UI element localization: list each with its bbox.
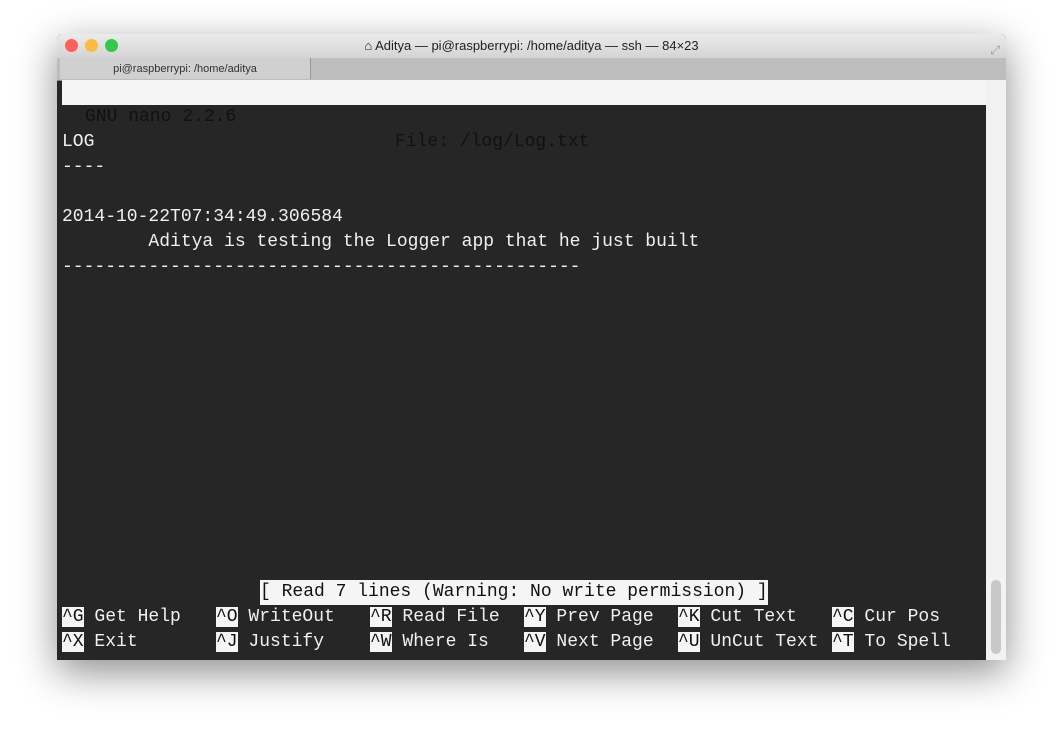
file-name: File: /log/Log.txt	[395, 132, 590, 152]
shortcut-key: ^C	[832, 607, 854, 627]
text-line: Aditya is testing the Logger app that he…	[62, 232, 700, 252]
text-line: ----	[62, 157, 106, 177]
shortcut-cur-pos[interactable]: ^C Cur Pos	[832, 605, 940, 630]
shortcut-label: To Spell	[864, 632, 951, 652]
text-line: LOG	[62, 132, 95, 152]
shortcut-next-page[interactable]: ^V Next Page	[524, 630, 654, 655]
shortcut-label: Get Help	[94, 607, 181, 627]
shortcut-label: Cur Pos	[864, 607, 941, 627]
status-message: [ Read 7 lines (Warning: No write permis…	[260, 580, 768, 605]
shortcut-label: Cut Text	[710, 607, 797, 627]
shortcut-key: ^G	[62, 607, 84, 627]
shortcut-label: UnCut Text	[710, 632, 819, 652]
tab-ssh[interactable]: pi@raspberrypi: /home/aditya	[60, 58, 311, 79]
shortcut-key: ^X	[62, 632, 84, 652]
shortcut-read-file[interactable]: ^R Read File	[370, 605, 500, 630]
shortcut-key: ^Y	[524, 607, 546, 627]
terminal-content[interactable]: GNU nano 2.2.6 File: /log/Log.txt LOG --…	[57, 80, 986, 660]
shortcut-to-spell[interactable]: ^T To Spell	[832, 630, 951, 655]
shortcut-label: Read File	[402, 607, 500, 627]
shortcut-writeout[interactable]: ^O WriteOut	[216, 605, 335, 630]
shortcut-label: Where Is	[402, 632, 489, 652]
shortcut-label: Prev Page	[556, 607, 654, 627]
home-icon: ⌂	[364, 38, 376, 53]
zoom-button[interactable]	[105, 39, 118, 52]
text-line: 2014-10-22T07:34:49.306584	[62, 207, 343, 227]
close-button[interactable]	[65, 39, 78, 52]
shortcut-key: ^R	[370, 607, 392, 627]
shortcut-key: ^U	[678, 632, 700, 652]
shortcut-prev-page[interactable]: ^Y Prev Page	[524, 605, 654, 630]
terminal-window: ⌂ Aditya — pi@raspberrypi: /home/aditya …	[57, 34, 1006, 660]
shortcut-key: ^O	[216, 607, 238, 627]
shortcut-label: Justify	[248, 632, 325, 652]
shortcut-key: ^W	[370, 632, 392, 652]
shortcut-justify[interactable]: ^J Justify	[216, 630, 324, 655]
shortcut-label: Next Page	[556, 632, 654, 652]
shortcut-exit[interactable]: ^X Exit	[62, 630, 138, 655]
minimize-button[interactable]	[85, 39, 98, 52]
shortcut-cut-text[interactable]: ^K Cut Text	[678, 605, 797, 630]
nano-header: GNU nano 2.2.6 File: /log/Log.txt	[62, 80, 986, 152]
shortcut-key: ^T	[832, 632, 854, 652]
tab-bar: pi@raspberrypi: /home/aditya	[57, 58, 1006, 81]
shortcut-label: Exit	[94, 632, 138, 652]
shortcut-label: WriteOut	[248, 607, 335, 627]
shortcut-key: ^V	[524, 632, 546, 652]
shortcut-key: ^K	[678, 607, 700, 627]
nano-version: GNU nano 2.2.6	[85, 107, 237, 127]
shortcut-uncut-text[interactable]: ^U UnCut Text	[678, 630, 818, 655]
window-title: Aditya — pi@raspberrypi: /home/aditya — …	[375, 38, 699, 53]
scrollbar-thumb[interactable]	[991, 580, 1001, 654]
text-line: ----------------------------------------…	[62, 257, 581, 277]
shortcut-where-is[interactable]: ^W Where Is	[370, 630, 489, 655]
shortcut-get-help[interactable]: ^G Get Help	[62, 605, 181, 630]
shortcut-key: ^J	[216, 632, 238, 652]
scrollbar[interactable]	[986, 80, 1006, 660]
title-bar: ⌂ Aditya — pi@raspberrypi: /home/aditya …	[57, 34, 1006, 58]
